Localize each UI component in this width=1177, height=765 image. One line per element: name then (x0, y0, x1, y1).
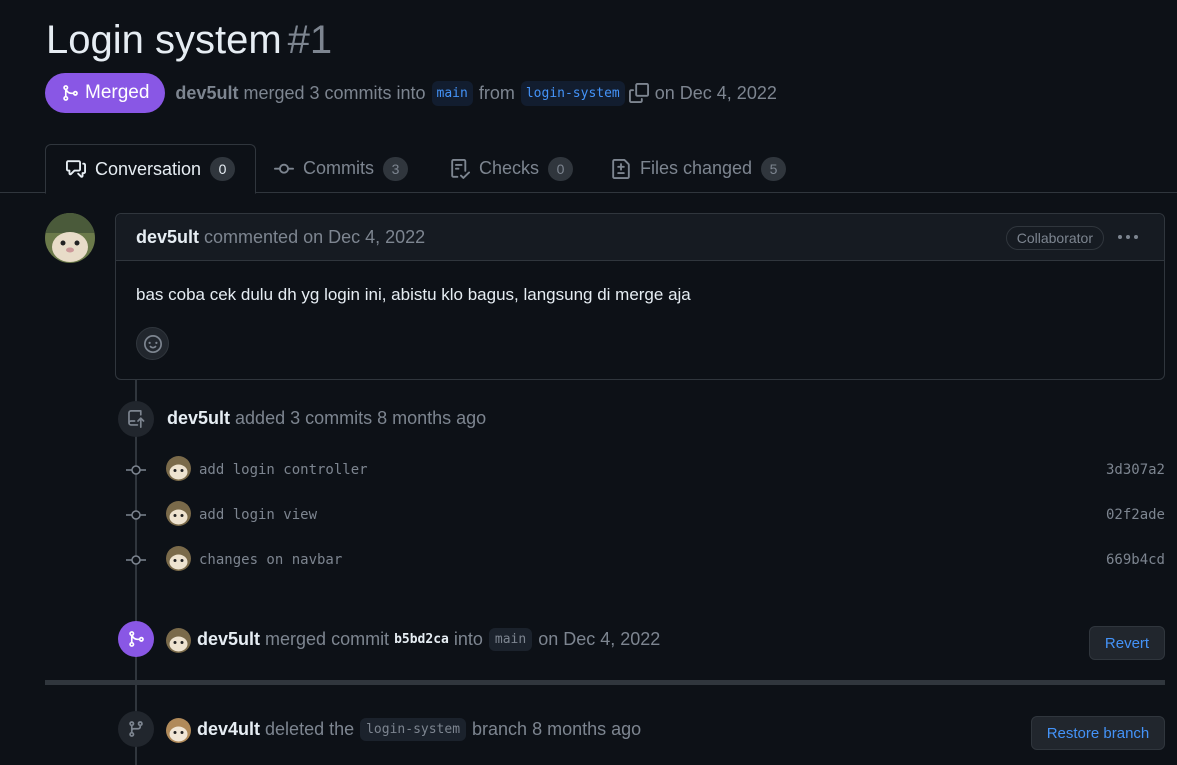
merged-event-date[interactable]: on Dec 4, 2022 (538, 629, 660, 650)
branch-deleted-event: dev4ult deleted the login-system branch … (197, 718, 641, 741)
merged-text: merged 3 commits into (243, 82, 426, 103)
tab-checks-label: Checks (479, 158, 540, 178)
checklist-icon (451, 158, 470, 179)
repo-push-icon (128, 410, 145, 428)
commit-sha-link[interactable]: 3d307a2 (1106, 462, 1165, 478)
branch-deleted-event-icon (118, 711, 154, 747)
git-merge-icon (63, 85, 78, 101)
commit-message-link[interactable]: add login view (199, 507, 317, 523)
deleted-event-author[interactable]: dev4ult (197, 719, 260, 740)
repo-push-event-icon (118, 401, 154, 437)
file-diff-icon (612, 158, 630, 179)
tab-conversation[interactable]: Conversation 0 (45, 144, 257, 194)
tab-conversation-count: 0 (210, 157, 236, 181)
comment-author[interactable]: dev5ult (136, 227, 199, 248)
commit-sha-link[interactable]: 669b4cd (1106, 552, 1165, 568)
tab-checks[interactable]: Checks 0 (430, 144, 593, 193)
from-text: from (478, 82, 515, 103)
head-branch-tag[interactable]: login-system (520, 80, 625, 106)
tab-checks-count: 0 (548, 156, 574, 181)
pr-title-text: Login system (46, 18, 282, 62)
merged-state-label: Merged (85, 82, 150, 103)
merge-commit-sha[interactable]: b5bd2ca (394, 632, 449, 647)
commit-author-avatar[interactable] (166, 546, 191, 571)
added-commits-event: dev5ult added 3 commits 8 months ago (167, 408, 486, 429)
deleted-event-time: branch 8 months ago (472, 719, 642, 739)
base-branch-tag[interactable]: main (431, 80, 473, 106)
pr-tabs: Conversation 0 Commits 3 Checks 0 Files … (0, 144, 1177, 194)
commit-author-avatar[interactable] (166, 501, 191, 526)
tab-files-changed-count: 5 (761, 156, 787, 181)
kebab-menu-icon[interactable] (1116, 228, 1140, 246)
deleted-branch-tag: login-system (360, 718, 467, 741)
pr-meta: Merged dev5ult merged 3 commits into mai… (45, 73, 777, 113)
collaborator-badge: Collaborator (1005, 226, 1104, 250)
merged-branch-tag[interactable]: main (488, 628, 533, 651)
merged-event-icon (118, 621, 154, 657)
git-commit-icon (274, 163, 294, 174)
commit-message-link[interactable]: add login controller (199, 462, 368, 478)
git-commit-icon (126, 510, 146, 520)
merged-event-author[interactable]: dev5ult (197, 629, 260, 650)
git-commit-icon (126, 465, 146, 475)
commit-author-avatar[interactable] (166, 456, 191, 481)
pr-number: #1 (287, 18, 333, 62)
pr-comment: dev5ult commented on Dec 4, 2022 Collabo… (115, 213, 1165, 380)
commit-sha-link[interactable]: 02f2ade (1106, 507, 1165, 523)
pr-title: Login system #1 (46, 18, 332, 63)
git-commit-icon (126, 555, 146, 565)
deleted-event-text: deleted the (265, 719, 355, 739)
merged-into-text: into (453, 629, 483, 649)
merged-commit-event: dev5ult merged commit b5bd2ca into main … (197, 628, 660, 651)
tab-commits-label: Commits (303, 158, 374, 178)
pr-author-link[interactable]: dev5ult (175, 83, 238, 104)
commit-message-link[interactable]: changes on navbar (199, 552, 342, 568)
comment-body: bas coba cek dulu dh yg login ini, abist… (136, 285, 691, 304)
comment-meta[interactable]: commented on Dec 4, 2022 (204, 227, 425, 248)
tab-files-changed-label: Files changed (640, 158, 753, 178)
smiley-icon (143, 334, 162, 353)
tab-commits-count: 3 (383, 156, 408, 181)
merged-event-text: merged commit (265, 629, 390, 649)
tab-files-changed[interactable]: Files changed 5 (591, 144, 806, 193)
merged-state-badge: Merged (45, 73, 166, 113)
copy-icon[interactable] (628, 83, 649, 103)
tab-commits[interactable]: Commits 3 (254, 144, 428, 193)
merged-date: on Dec 4, 2022 (654, 82, 777, 103)
comment-discussion-icon (66, 160, 86, 178)
delete-author-avatar[interactable] (166, 718, 191, 743)
comment-header: dev5ult commented on Dec 4, 2022 Collabo… (116, 214, 1164, 261)
tab-conversation-label: Conversation (95, 158, 202, 179)
added-event-text: added 3 commits 8 months ago (235, 408, 487, 428)
merge-author-avatar[interactable] (166, 628, 191, 653)
git-branch-icon (129, 721, 143, 737)
git-merge-icon (129, 631, 144, 647)
timeline-divider (45, 680, 1165, 685)
comment-author-avatar[interactable] (45, 213, 95, 263)
revert-button[interactable]: Revert (1089, 626, 1165, 660)
restore-branch-button[interactable]: Restore branch (1031, 716, 1165, 750)
add-reaction-button[interactable] (136, 327, 169, 360)
added-event-author[interactable]: dev5ult (167, 408, 230, 429)
